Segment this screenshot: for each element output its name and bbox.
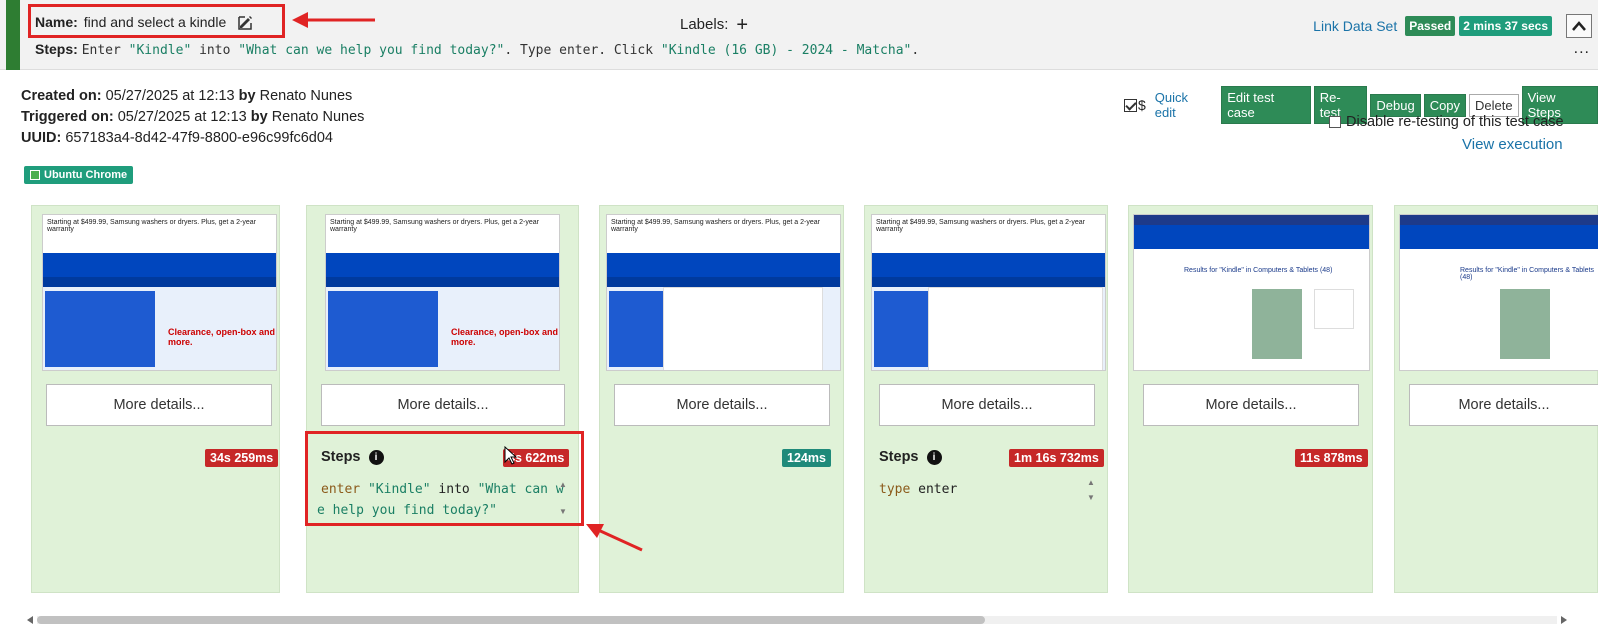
screenshot-text: Clearance, open-box and more. (168, 327, 276, 347)
step-screenshot[interactable]: Starting at $499.99, Samsung washers or … (42, 214, 277, 371)
step-screenshot[interactable]: Results for "Kindle" in Computers & Tabl… (1399, 214, 1598, 371)
annotation-arrow-name (292, 12, 375, 28)
horizontal-scrollbar[interactable] (27, 616, 1567, 624)
duration-badge: 34s 259ms (205, 449, 279, 467)
code-scroll-spinner[interactable]: ▲ ▼ (1085, 478, 1097, 502)
more-details-button[interactable]: More details... (46, 384, 272, 426)
code-text: enter (910, 482, 958, 497)
quick-edit-link[interactable]: Quick edit (1155, 90, 1212, 120)
triggered-by: Renato Nunes (271, 109, 365, 125)
created-by: Renato Nunes (259, 88, 353, 104)
screenshot-text: Results for "Kindle" in Computers & Tabl… (1184, 267, 1333, 274)
steps-text-part: . (911, 43, 920, 58)
step-card: Starting at $499.99, Samsung washers or … (864, 205, 1108, 593)
step-screenshot[interactable]: Results for "Kindle" in Computers & Tabl… (1133, 214, 1370, 371)
disable-retest-checkbox[interactable] (1329, 116, 1341, 128)
more-details-button[interactable]: More details... (321, 384, 565, 426)
duration-badge: 1m 16s 732ms (1009, 449, 1104, 467)
steps-text-part: . Type enter. Click (504, 43, 661, 58)
scroll-right-icon[interactable] (1561, 616, 1567, 624)
step-card: Results for "Kindle" in Computers & Tabl… (1128, 205, 1373, 593)
more-options-icon[interactable]: ... (1574, 40, 1590, 58)
annotation-box-steps (305, 431, 584, 526)
step-code: type enter (879, 479, 957, 500)
screenshot-text: Results for "Kindle" in Computers & Tabl… (1460, 267, 1595, 281)
triggered-value: 05/27/2025 at 12:13 (117, 109, 247, 125)
disable-retest-row: Disable re-testing of this test case (1329, 114, 1564, 130)
chevron-down-icon: ▼ (1087, 493, 1095, 502)
mouse-cursor-icon (504, 446, 518, 465)
steps-text-part: "Kindle" (128, 43, 192, 58)
code-keyword: type (879, 482, 911, 497)
dollar-icon: $ (1138, 97, 1146, 113)
triggered-label: Triggered on: (21, 109, 114, 125)
annotation-arrow-steps (586, 524, 643, 552)
info-icon[interactable]: i (926, 449, 942, 465)
more-details-button[interactable]: More details... (1143, 384, 1359, 426)
steps-heading: Steps i (879, 449, 942, 465)
step-card: Results for "Kindle" in Computers & Tabl… (1394, 205, 1598, 593)
step-card: Starting at $499.99, Samsung washers or … (306, 205, 579, 593)
steps-heading-label: Steps (879, 449, 919, 465)
test-header: Name: find and select a kindle Steps: En… (0, 0, 1598, 70)
checkbox-icon (1124, 98, 1137, 112)
edit-test-case-button[interactable]: Edit test case (1221, 86, 1311, 124)
chevron-up-icon (1572, 21, 1586, 31)
labels-label: Labels: (680, 16, 729, 33)
steps-text-part: into (191, 43, 239, 58)
step-screenshot[interactable]: Starting at $499.99, Samsung washers or … (606, 214, 841, 371)
step-cards: Starting at $499.99, Samsung washers or … (0, 205, 1598, 595)
steps-label: Steps: (35, 41, 78, 57)
step-card: Starting at $499.99, Samsung washers or … (31, 205, 280, 593)
uuid-value: 657183a4-8d42-47f9-8800-e96c99fc6d04 (65, 130, 333, 146)
header-right: Link Data Set Passed 2 mins 37 secs (1313, 16, 1552, 36)
meta-info: Created on: 05/27/2025 at 12:13 by Renat… (21, 86, 364, 149)
screenshot-promo: Starting at $499.99, Samsung washers or … (872, 215, 1105, 253)
by-label: by (250, 109, 268, 125)
step-screenshot[interactable]: Starting at $499.99, Samsung washers or … (325, 214, 560, 371)
more-details-button[interactable]: More details... (614, 384, 830, 426)
screenshot-promo: Starting at $499.99, Samsung washers or … (43, 215, 276, 253)
collapse-button[interactable] (1566, 14, 1592, 38)
steps-text-part: "What can we help you find today?" (238, 43, 505, 58)
created-label: Created on: (21, 88, 102, 104)
steps-summary: Steps: Enter "Kindle" into "What can we … (35, 41, 919, 58)
duration-badge: 124ms (782, 449, 831, 467)
environment-badge: Ubuntu Chrome (24, 166, 134, 184)
screenshot-promo: Starting at $499.99, Samsung washers or … (326, 215, 559, 253)
more-details-button[interactable]: More details... (879, 384, 1095, 426)
scroll-left-icon[interactable] (27, 616, 33, 624)
duration-badge: 11s 878ms (1295, 449, 1368, 467)
duration-badge: 2 mins 37 secs (1459, 16, 1552, 36)
steps-text-part: "Kindle (16 GB) - 2024 - Matcha" (660, 43, 912, 58)
screenshot-promo: Starting at $499.99, Samsung washers or … (607, 215, 840, 253)
link-data-set-link[interactable]: Link Data Set (1313, 18, 1397, 34)
browser-icon (30, 170, 40, 180)
created-value: 05/27/2025 at 12:13 (105, 88, 235, 104)
status-bar (6, 0, 20, 70)
view-execution-link[interactable]: View execution (1462, 136, 1563, 153)
more-details-button[interactable]: More details... (1409, 384, 1598, 426)
environment-label: Ubuntu Chrome (44, 169, 128, 181)
labels-section: Labels: + (680, 15, 748, 35)
status-badge: Passed (1405, 16, 1456, 36)
disable-retest-label: Disable re-testing of this test case (1346, 114, 1564, 130)
steps-text-part: Enter (81, 43, 129, 58)
annotation-box-name (28, 4, 285, 38)
uuid-label: UUID: (21, 130, 62, 146)
chevron-up-icon: ▲ (1087, 478, 1095, 487)
step-screenshot[interactable]: Starting at $499.99, Samsung washers or … (871, 214, 1106, 371)
price-check-toggle[interactable]: $ (1124, 97, 1146, 113)
by-label: by (238, 88, 256, 104)
plus-icon[interactable]: + (736, 15, 748, 35)
scrollbar-thumb[interactable] (37, 616, 985, 624)
screenshot-text: Clearance, open-box and more. (451, 327, 559, 347)
